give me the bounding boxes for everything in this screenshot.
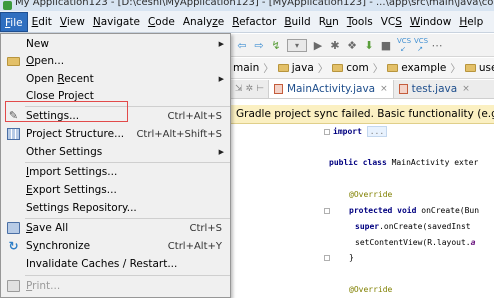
menu-item-project-structure[interactable]: Project Structure... Ctrl+Alt+Shift+S [1, 125, 230, 143]
forward-icon[interactable]: ⇨ [253, 39, 265, 52]
folder-icon [7, 57, 20, 66]
menu-item-new[interactable]: New ▶ [1, 35, 230, 53]
menu-item-other-settings[interactable]: Other Settings ▶ [1, 143, 230, 161]
code-line-class: public class MainActivity exter [329, 158, 479, 167]
code-line-override: @Override [349, 285, 393, 294]
breadcrumb-separator: 〉 [450, 62, 461, 75]
menu-run[interactable]: Run [315, 12, 343, 32]
shortcut-label: Ctrl+Alt+S [167, 110, 222, 122]
submenu-arrow-icon: ▶ [218, 148, 224, 156]
back-icon[interactable]: ⇦ [236, 39, 248, 52]
folder-icon [464, 64, 476, 72]
code-line-override: @Override [349, 190, 393, 199]
folder-icon [277, 64, 289, 72]
save-disk-icon [7, 222, 20, 234]
breadcrumb-item-main[interactable]: main [231, 62, 261, 74]
folder-icon [332, 64, 344, 72]
menu-bar: File Edit View Navigate Code Analyze Ref… [0, 11, 494, 33]
menu-separator [25, 275, 230, 276]
fold-marker-icon[interactable] [324, 208, 330, 214]
breadcrumb-item-user[interactable]: user [463, 62, 494, 74]
window-title: My Application123 - [D:\ceshi\MyApplicat… [15, 0, 494, 8]
main-toolbar: ⇦ ⇨ ↯ ▾ ▶ ✱ ❖ ⬇ ■ VCS ↙ VCS ↗ ⋯ [231, 34, 494, 57]
file-menu-dropdown: New ▶ Open... Open Recent ▶ Close Projec… [0, 33, 231, 298]
code-line-super: super.onCreate(savedInst [355, 222, 471, 231]
menu-item-save-all[interactable]: Save All Ctrl+S [1, 219, 230, 237]
tab-label: test.java [411, 83, 458, 95]
breadcrumb-separator: 〉 [372, 62, 384, 75]
menu-analyze[interactable]: Analyze [179, 12, 228, 32]
gradle-sync-notice: Gradle project sync failed. Basic functi… [231, 105, 494, 124]
app-icon [3, 1, 12, 10]
shortcut-label: Ctrl+Alt+Shift+S [136, 128, 222, 140]
close-icon[interactable]: × [462, 84, 470, 94]
sdk-manager-icon[interactable]: ⬇ [363, 39, 375, 52]
menu-item-print: Print... [1, 277, 230, 295]
breadcrumb: main 〉 java 〉 com 〉 example 〉 user 〉 m [231, 58, 494, 79]
editor-gutter [231, 125, 326, 298]
submenu-arrow-icon: ▶ [218, 40, 224, 48]
tab-test[interactable]: test.java × [394, 80, 475, 98]
shortcut-label: Ctrl+Alt+Y [167, 240, 222, 252]
settings-gear-icon[interactable]: ✲ [246, 84, 254, 94]
menu-item-invalidate-caches[interactable]: Invalidate Caches / Restart... [1, 255, 230, 273]
breadcrumb-separator: 〉 [263, 62, 274, 75]
code-editor[interactable]: Gradle project sync failed. Basic functi… [231, 100, 494, 298]
menu-item-synchronize[interactable]: ↻ Synchronize Ctrl+Alt+Y [1, 237, 230, 255]
menu-refactor[interactable]: Refactor [228, 12, 280, 32]
window-title-bar: My Application123 - [D:\ceshi\MyApplicat… [0, 0, 494, 11]
collapse-icon[interactable]: ⇲ [235, 84, 243, 94]
pin-icon[interactable]: ⊢ [256, 84, 264, 94]
folder-icon [387, 64, 399, 72]
menu-build[interactable]: Build [280, 12, 314, 32]
menu-tools[interactable]: Tools [343, 12, 377, 32]
tab-label: MainActivity.java [286, 83, 376, 95]
tab-tools: ⇲ ✲ ⊢ [231, 84, 268, 94]
fold-marker-icon[interactable] [324, 255, 330, 261]
vcs-commit-icon[interactable]: VCS ↗ [414, 37, 428, 53]
project-structure-icon [7, 128, 20, 140]
menu-edit[interactable]: Edit [28, 12, 56, 32]
fold-marker-icon[interactable] [324, 129, 330, 135]
breadcrumb-item-com[interactable]: com [330, 62, 370, 74]
java-file-icon [273, 84, 283, 94]
menu-window[interactable]: Window [406, 12, 455, 32]
make-project-icon[interactable]: ↯ [270, 39, 282, 52]
code-line-method: protected void onCreate(Bun [349, 206, 480, 215]
breadcrumb-separator: 〉 [317, 62, 329, 75]
close-icon[interactable]: × [380, 84, 388, 94]
menu-view[interactable]: View [56, 12, 89, 32]
tab-mainactivity[interactable]: MainActivity.java × [267, 80, 394, 98]
code-line-import: import ... [333, 126, 388, 137]
code-line-setcontentview: setContentView(R.layout.a [355, 238, 476, 247]
menu-file[interactable]: File [0, 11, 28, 32]
menu-item-open-recent[interactable]: Open Recent ▶ [1, 70, 230, 88]
menu-help[interactable]: Help [455, 12, 487, 32]
more-tools-icon[interactable]: ⋯ [431, 39, 443, 52]
submenu-arrow-icon: ▶ [218, 75, 224, 83]
menu-item-open[interactable]: Open... [1, 52, 230, 70]
debug-icon[interactable]: ✱ [329, 39, 341, 52]
menu-code[interactable]: Code [144, 12, 179, 32]
run-config-dropdown[interactable]: ▾ [287, 38, 307, 52]
editor-tab-row: ⇲ ✲ ⊢ MainActivity.java × test.java × [231, 80, 494, 99]
attach-debugger-icon[interactable]: ❖ [346, 39, 358, 52]
java-file-icon [398, 84, 408, 94]
shortcut-label: Ctrl+S [189, 222, 222, 234]
breadcrumb-item-java[interactable]: java [276, 62, 316, 74]
menu-item-import-settings[interactable]: Import Settings... [1, 163, 230, 181]
print-icon [7, 280, 20, 292]
breadcrumb-item-example[interactable]: example [385, 62, 448, 74]
sync-icon: ↻ [8, 239, 19, 253]
menu-item-export-settings[interactable]: Export Settings... [1, 181, 230, 199]
vcs-update-icon[interactable]: VCS ↙ [397, 37, 411, 53]
menu-vcs[interactable]: VCS [377, 12, 406, 32]
settings-highlight-annotation [5, 101, 128, 122]
menu-item-settings-repository[interactable]: Settings Repository... [1, 199, 230, 217]
code-line-brace: } [349, 253, 354, 262]
run-icon[interactable]: ▶ [312, 39, 324, 52]
stop-icon[interactable]: ■ [380, 39, 392, 52]
menu-navigate[interactable]: Navigate [89, 12, 144, 32]
